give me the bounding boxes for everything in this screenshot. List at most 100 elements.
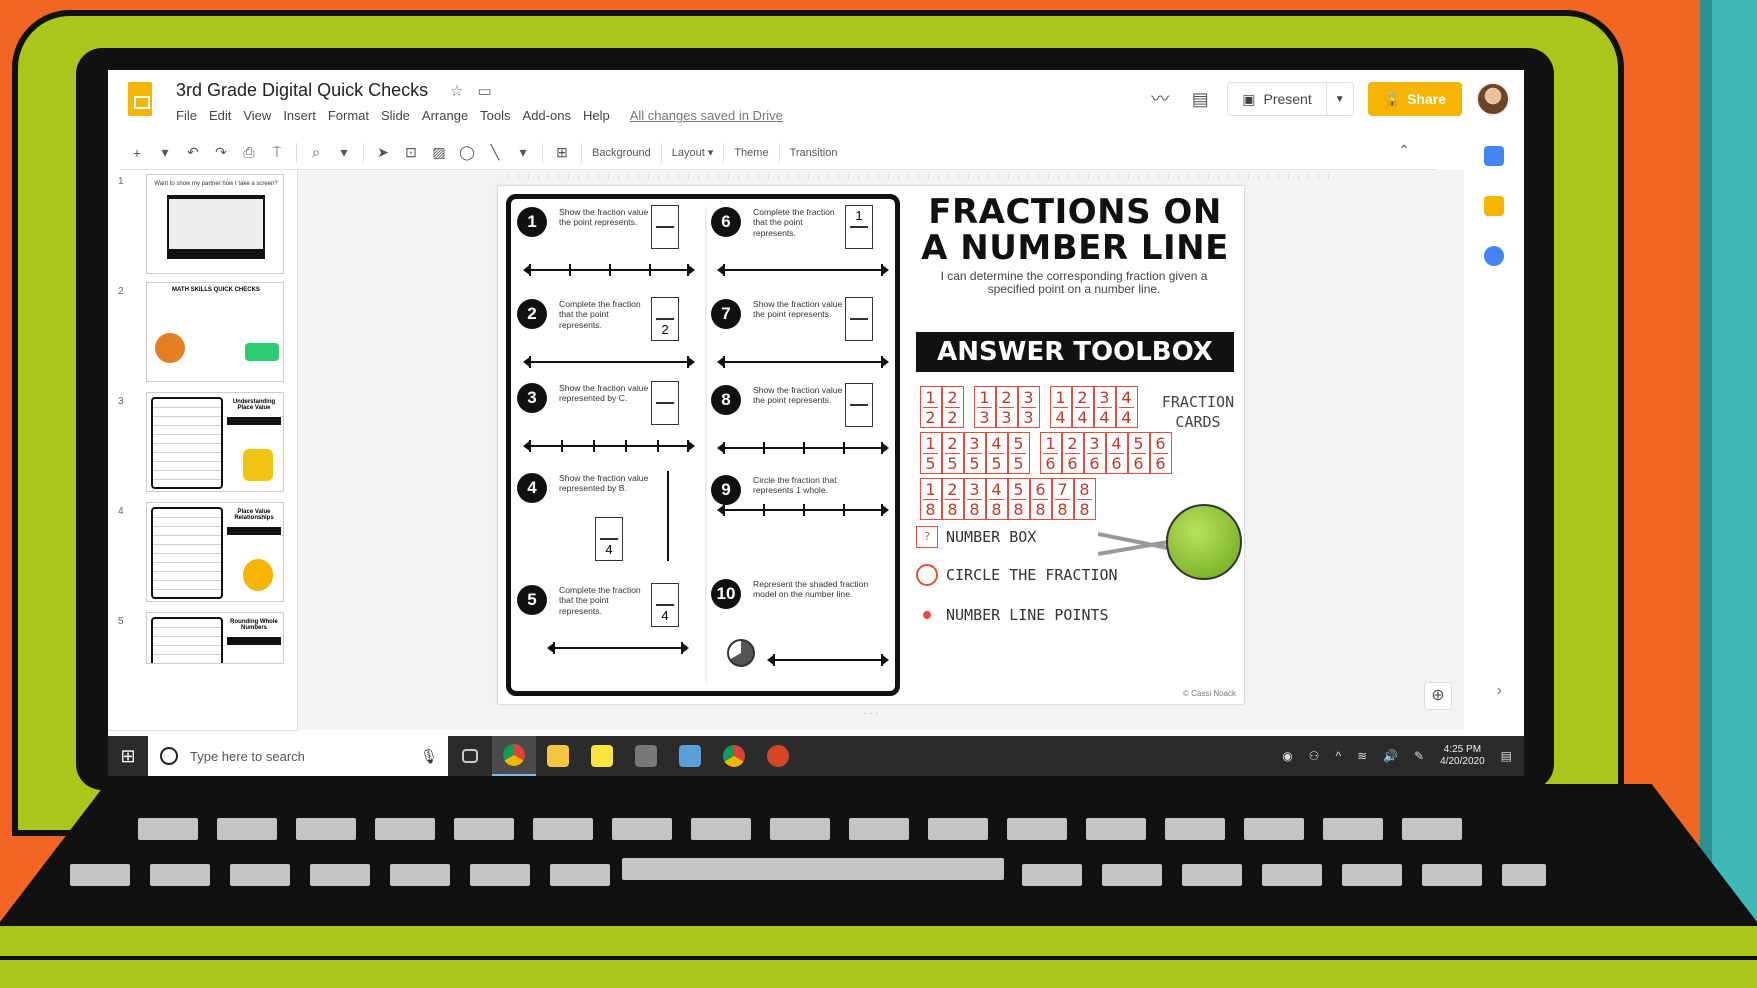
fraction-card[interactable]: 88: [1074, 478, 1096, 520]
keep-icon[interactable]: [1484, 196, 1504, 216]
slide-thumbnail-5[interactable]: Rounding Whole Numbers: [146, 612, 284, 664]
search-input[interactable]: Type here to search: [190, 749, 305, 764]
image-icon[interactable]: ▨: [430, 144, 448, 161]
taskbar-search[interactable]: Type here to search 🎙: [148, 736, 448, 776]
fraction-card[interactable]: 23: [996, 386, 1018, 428]
microphone-icon[interactable]: 🎙: [420, 748, 438, 765]
zoom-dropdown-icon[interactable]: ▾: [335, 144, 353, 161]
avatar[interactable]: [1476, 82, 1510, 116]
fraction-input-box[interactable]: 2: [651, 297, 679, 341]
wifi-icon[interactable]: ≋: [1357, 749, 1367, 763]
collapse-toolbar-icon[interactable]: ⌃: [1398, 142, 1410, 159]
share-button[interactable]: 🔒 Share: [1367, 82, 1462, 116]
fraction-card[interactable]: 38: [964, 478, 986, 520]
line-icon[interactable]: ╲: [486, 144, 504, 161]
line-dropdown-icon[interactable]: ▾: [514, 144, 532, 161]
network-globe-icon[interactable]: ◉: [1282, 749, 1292, 763]
fraction-card[interactable]: 46: [1106, 432, 1128, 474]
chevron-up-icon[interactable]: ^: [1335, 749, 1341, 763]
tasks-icon[interactable]: [1484, 246, 1504, 266]
document-title[interactable]: 3rd Grade Digital Quick Checks: [176, 80, 428, 101]
layout-button[interactable]: Layout ▾: [672, 146, 714, 159]
fraction-card[interactable]: 58: [1008, 478, 1030, 520]
fraction-card[interactable]: 68: [1030, 478, 1052, 520]
fraction-card[interactable]: 33: [1018, 386, 1040, 428]
zoom-icon[interactable]: ⌕: [307, 144, 325, 161]
slide[interactable]: 1 Show the fraction value the point repr…: [498, 186, 1244, 704]
select-icon[interactable]: ➤: [374, 144, 392, 161]
notifications-icon[interactable]: ▤: [1501, 749, 1512, 763]
task-view-icon[interactable]: [448, 736, 492, 776]
star-icon[interactable]: ☆: [450, 82, 463, 100]
calculator-icon[interactable]: [624, 736, 668, 776]
present-dropdown-icon[interactable]: ▼: [1327, 94, 1353, 105]
calendar-icon[interactable]: [1484, 146, 1504, 166]
fraction-card[interactable]: 22: [942, 386, 964, 428]
windows-start-icon[interactable]: ⊞: [108, 736, 148, 776]
fraction-card[interactable]: 25: [942, 432, 964, 474]
fraction-card[interactable]: 28: [942, 478, 964, 520]
folder-icon[interactable]: ▭: [477, 82, 491, 100]
menu-insert[interactable]: Insert: [283, 108, 316, 123]
theme-button[interactable]: Theme: [734, 147, 768, 159]
fraction-card[interactable]: 36: [1084, 432, 1106, 474]
menu-arrange[interactable]: Arrange: [422, 108, 468, 123]
speaker-notes-handle[interactable]: · · ·: [498, 708, 1244, 719]
menu-format[interactable]: Format: [328, 108, 369, 123]
fraction-input-box[interactable]: 4: [595, 517, 623, 561]
fraction-card[interactable]: 24: [1072, 386, 1094, 428]
menu-slide[interactable]: Slide: [381, 108, 410, 123]
fraction-card[interactable]: 44: [1116, 386, 1138, 428]
save-status[interactable]: All changes saved in Drive: [630, 108, 783, 123]
print-icon[interactable]: ⎙: [240, 144, 258, 161]
add-comment-icon[interactable]: ⊞: [553, 144, 571, 161]
slide-thumbnail-3[interactable]: Understanding Place Value: [146, 392, 284, 492]
transition-button[interactable]: Transition: [790, 147, 838, 159]
pen-icon[interactable]: ✎: [1414, 749, 1424, 763]
fraction-input-box[interactable]: [845, 297, 873, 341]
chrome-icon[interactable]: [712, 736, 756, 776]
volume-icon[interactable]: 🔊: [1383, 749, 1398, 763]
fraction-card[interactable]: 13: [974, 386, 996, 428]
new-slide-dropdown-icon[interactable]: ▾: [156, 144, 174, 161]
slide-thumbnail-4[interactable]: Place Value Relationships: [146, 502, 284, 602]
add-icon[interactable]: ⊕: [1424, 682, 1452, 710]
file-explorer-icon[interactable]: [536, 736, 580, 776]
fraction-card[interactable]: 34: [1094, 386, 1116, 428]
fraction-card[interactable]: 16: [1040, 432, 1062, 474]
shape-icon[interactable]: ◯: [458, 144, 476, 161]
fraction-card[interactable]: 14: [1050, 386, 1072, 428]
powerpoint-icon[interactable]: [756, 736, 800, 776]
menu-tools[interactable]: Tools: [480, 108, 510, 123]
fraction-input-box[interactable]: [651, 205, 679, 249]
paint-format-icon[interactable]: ⍑: [268, 144, 286, 161]
fraction-card[interactable]: 15: [920, 432, 942, 474]
comments-icon[interactable]: ▤: [1187, 86, 1213, 112]
sticky-notes-icon[interactable]: [580, 736, 624, 776]
new-slide-icon[interactable]: +: [128, 145, 146, 161]
fraction-card[interactable]: 66: [1150, 432, 1172, 474]
fraction-card[interactable]: 26: [1062, 432, 1084, 474]
menu-view[interactable]: View: [243, 108, 271, 123]
fraction-card[interactable]: 48: [986, 478, 1008, 520]
fraction-card[interactable]: 56: [1128, 432, 1150, 474]
menu-help[interactable]: Help: [583, 108, 610, 123]
fraction-input-box[interactable]: [845, 383, 873, 427]
slides-logo-icon[interactable]: [128, 82, 152, 116]
text-box-icon[interactable]: ⊡: [402, 144, 420, 161]
undo-icon[interactable]: ↶: [184, 144, 202, 161]
clock[interactable]: 4:25 PM 4/20/2020: [1440, 744, 1485, 768]
background-button[interactable]: Background: [592, 147, 651, 159]
snipping-tool-icon[interactable]: [668, 736, 712, 776]
fraction-card[interactable]: 78: [1052, 478, 1074, 520]
menu-edit[interactable]: Edit: [209, 108, 231, 123]
fraction-card[interactable]: 35: [964, 432, 986, 474]
menu-file[interactable]: File: [176, 108, 197, 123]
chrome-icon[interactable]: [492, 736, 536, 776]
people-icon[interactable]: ⚇: [1309, 749, 1320, 763]
fraction-input-box[interactable]: 4: [651, 583, 679, 627]
fraction-card[interactable]: 12: [920, 386, 942, 428]
fraction-input-box[interactable]: [651, 381, 679, 425]
activity-icon[interactable]: 〰: [1147, 86, 1173, 112]
expand-panel-icon[interactable]: ›: [1497, 682, 1502, 700]
